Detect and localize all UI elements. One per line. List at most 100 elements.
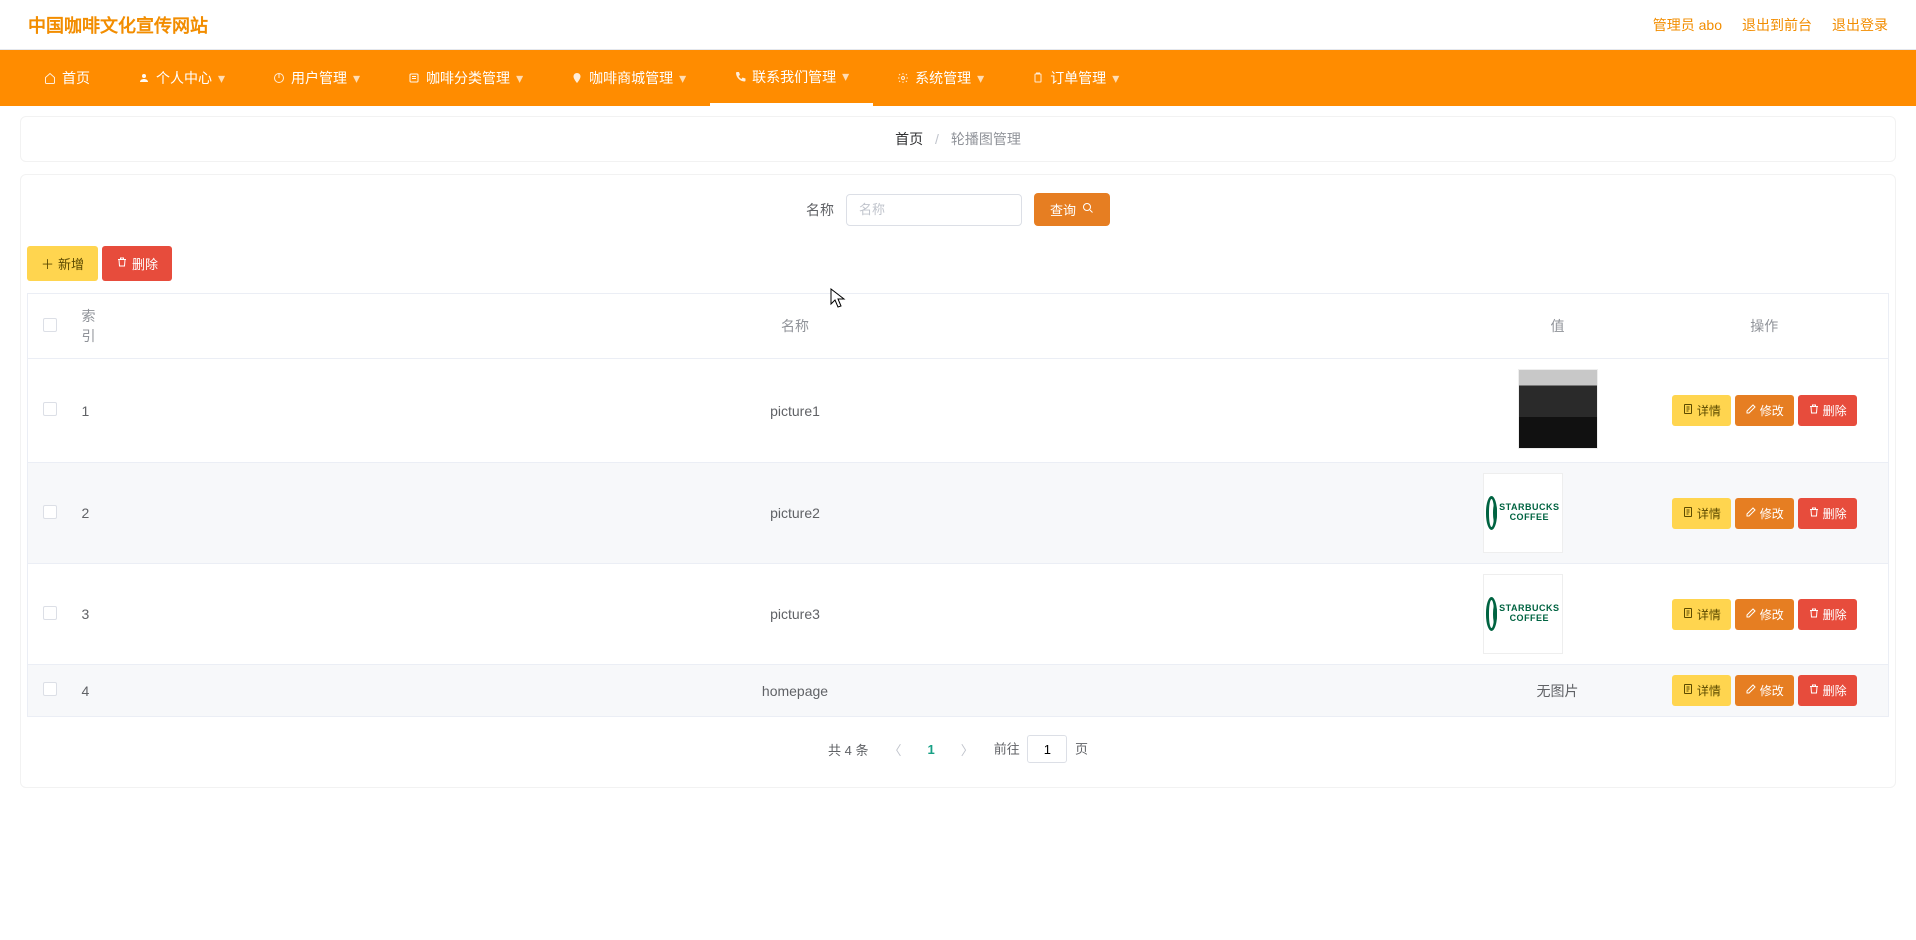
power-icon xyxy=(273,72,285,84)
nav-label: 联系我们管理 xyxy=(752,67,836,87)
nav-category[interactable]: 咖啡分类管理 ▾ xyxy=(384,50,547,106)
search-button[interactable]: 查询 xyxy=(1034,193,1110,226)
nav-users[interactable]: 用户管理 ▾ xyxy=(249,50,384,106)
row-edit-button[interactable]: 修改 xyxy=(1735,599,1794,630)
nav-label: 用户管理 xyxy=(291,68,347,88)
search-row: 名称 查询 xyxy=(21,193,1895,226)
delete-button[interactable]: 删除 xyxy=(102,246,172,281)
trash-icon xyxy=(1808,403,1820,418)
chevron-down-icon: ▾ xyxy=(218,70,225,87)
row-index: 3 xyxy=(72,564,116,665)
pagination-prev[interactable]: 〈 xyxy=(882,740,907,759)
edit-icon xyxy=(1745,607,1757,622)
nav-system[interactable]: 系统管理 ▾ xyxy=(873,50,1008,106)
row-detail-button[interactable]: 详情 xyxy=(1672,498,1731,529)
gear-icon xyxy=(897,72,909,84)
admin-link[interactable]: 管理员 abo xyxy=(1653,15,1722,35)
pagination-jump-input[interactable] xyxy=(1027,735,1067,763)
phone-icon xyxy=(734,71,746,83)
trash-icon xyxy=(1808,506,1820,521)
search-icon xyxy=(1082,202,1094,217)
content-card: 名称 查询 ＋ 新增 删除 索引 名称 值 操作 1picture1 详情 修改… xyxy=(20,174,1896,788)
row-checkbox[interactable] xyxy=(43,505,57,519)
document-icon xyxy=(1682,683,1694,698)
table-row: 3picture3STARBUCKSCOFFEE 详情 修改 删除 xyxy=(28,564,1889,665)
trash-icon xyxy=(1808,683,1820,698)
nav-label: 订单管理 xyxy=(1050,68,1106,88)
user-icon xyxy=(138,72,150,84)
nav-label: 咖啡商城管理 xyxy=(589,68,673,88)
row-checkbox[interactable] xyxy=(43,606,57,620)
row-detail-button[interactable]: 详情 xyxy=(1672,599,1731,630)
breadcrumb-home[interactable]: 首页 xyxy=(895,131,923,147)
table-row: 4homepage无图片 详情 修改 删除 xyxy=(28,665,1889,717)
search-button-label: 查询 xyxy=(1050,200,1076,219)
thumbnail-image[interactable] xyxy=(1518,369,1598,449)
edit-icon xyxy=(1745,403,1757,418)
th-value: 值 xyxy=(1475,294,1641,359)
clipboard-icon xyxy=(1032,72,1044,84)
nav-label: 首页 xyxy=(62,68,90,88)
thumbnail-image[interactable]: STARBUCKSCOFFEE xyxy=(1483,473,1563,553)
logout-link[interactable]: 退出登录 xyxy=(1832,15,1888,35)
search-label: 名称 xyxy=(806,200,834,220)
to-front-link[interactable]: 退出到前台 xyxy=(1742,15,1812,35)
add-button-label: 新增 xyxy=(58,254,84,273)
th-name: 名称 xyxy=(116,294,1475,359)
row-delete-button[interactable]: 删除 xyxy=(1798,675,1857,706)
row-index: 2 xyxy=(72,463,116,564)
action-bar: ＋ 新增 删除 xyxy=(21,246,1895,293)
trash-icon xyxy=(1808,607,1820,622)
row-delete-button[interactable]: 删除 xyxy=(1798,395,1857,426)
row-name: picture1 xyxy=(116,359,1475,463)
document-icon xyxy=(1682,506,1694,521)
th-index: 索引 xyxy=(72,294,116,359)
delete-button-label: 删除 xyxy=(132,254,158,273)
document-icon xyxy=(1682,403,1694,418)
chevron-down-icon: ▾ xyxy=(679,70,686,87)
nav-shop[interactable]: 咖啡商城管理 ▾ xyxy=(547,50,710,106)
location-icon xyxy=(571,72,583,84)
row-checkbox[interactable] xyxy=(43,402,57,416)
search-input[interactable] xyxy=(846,194,1022,226)
nav-label: 系统管理 xyxy=(915,68,971,88)
row-index: 1 xyxy=(72,359,116,463)
row-delete-button[interactable]: 删除 xyxy=(1798,599,1857,630)
add-button[interactable]: ＋ 新增 xyxy=(27,246,98,281)
pagination-jump: 前往 页 xyxy=(994,735,1088,763)
edit-icon xyxy=(1745,683,1757,698)
row-edit-button[interactable]: 修改 xyxy=(1735,395,1794,426)
row-name: homepage xyxy=(116,665,1475,717)
nav-label: 咖啡分类管理 xyxy=(426,68,510,88)
row-name: picture3 xyxy=(116,564,1475,665)
table-row: 1picture1 详情 修改 删除 xyxy=(28,359,1889,463)
jump-suffix: 页 xyxy=(1075,742,1088,757)
pagination-next[interactable]: 〉 xyxy=(955,740,980,759)
data-table: 索引 名称 值 操作 1picture1 详情 修改 删除2picture2ST… xyxy=(27,293,1889,717)
nav-orders[interactable]: 订单管理 ▾ xyxy=(1008,50,1143,106)
plus-icon: ＋ xyxy=(41,254,54,273)
row-edit-button[interactable]: 修改 xyxy=(1735,675,1794,706)
row-edit-button[interactable]: 修改 xyxy=(1735,498,1794,529)
header-right: 管理员 abo 退出到前台 退出登录 xyxy=(1653,15,1888,35)
pagination-current[interactable]: 1 xyxy=(921,742,940,757)
row-checkbox[interactable] xyxy=(43,682,57,696)
site-title: 中国咖啡文化宣传网站 xyxy=(28,12,208,38)
pagination: 共 4 条 〈 1 〉 前往 页 xyxy=(21,735,1895,763)
select-all-checkbox[interactable] xyxy=(43,318,57,332)
row-index: 4 xyxy=(72,665,116,717)
top-header: 中国咖啡文化宣传网站 管理员 abo 退出到前台 退出登录 xyxy=(0,0,1916,50)
row-detail-button[interactable]: 详情 xyxy=(1672,675,1731,706)
chevron-down-icon: ▾ xyxy=(1112,70,1119,87)
nav-profile[interactable]: 个人中心 ▾ xyxy=(114,50,249,106)
nav-contact[interactable]: 联系我们管理 ▾ xyxy=(710,50,873,106)
list-icon xyxy=(408,72,420,84)
breadcrumb: 首页 / 轮播图管理 xyxy=(20,116,1896,162)
row-detail-button[interactable]: 详情 xyxy=(1672,395,1731,426)
chevron-down-icon: ▾ xyxy=(842,68,849,85)
pagination-total: 共 4 条 xyxy=(828,740,868,759)
row-delete-button[interactable]: 删除 xyxy=(1798,498,1857,529)
main-nav: 首页 个人中心 ▾ 用户管理 ▾ 咖啡分类管理 ▾ 咖啡商城管理 ▾ 联系我们管… xyxy=(0,50,1916,106)
nav-home[interactable]: 首页 xyxy=(20,50,114,106)
thumbnail-image[interactable]: STARBUCKSCOFFEE xyxy=(1483,574,1563,654)
